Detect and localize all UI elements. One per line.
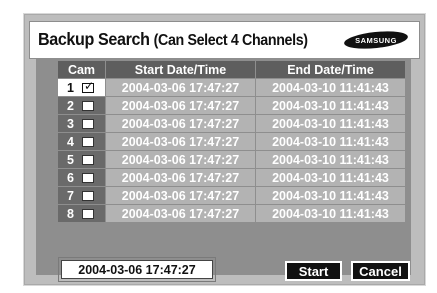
end-datetime-cell[interactable]: 2004-03-10 11:41:43 — [255, 132, 406, 151]
cam-cell[interactable]: 7 — [57, 186, 106, 205]
start-button[interactable]: Start — [285, 261, 342, 281]
table-row[interactable]: 1 ✓ 2004-03-06 17:47:27 2004-03-10 11:41:43 — [57, 78, 406, 97]
cam-checkbox[interactable] — [81, 190, 94, 201]
page-title: Backup Search (Can Select 4 Channels) — [38, 29, 308, 50]
search-date-field[interactable]: 2004-03-06 17:47:27 — [61, 260, 213, 279]
start-datetime-cell[interactable]: 2004-03-06 17:47:27 — [105, 96, 256, 115]
start-datetime-cell[interactable]: 2004-03-06 17:47:27 — [105, 114, 256, 133]
end-datetime-cell[interactable]: 2004-03-10 11:41:43 — [255, 96, 406, 115]
end-datetime-cell[interactable]: 2004-03-10 11:41:43 — [255, 168, 406, 187]
backup-table: Cam Start Date/Time End Date/Time 1 ✓ 2004… — [57, 60, 406, 223]
cam-cell[interactable]: 3 — [57, 114, 106, 133]
start-datetime-cell[interactable]: 2004-03-06 17:47:27 — [105, 132, 256, 151]
cam-checkbox[interactable] — [81, 118, 94, 129]
start-datetime-cell[interactable]: 2004-03-06 17:47:27 — [105, 186, 256, 205]
cam-checkbox[interactable] — [81, 136, 94, 147]
end-datetime-cell[interactable]: 2004-03-10 11:41:43 — [255, 204, 406, 223]
table-row[interactable]: 7 2004-03-06 17:47:27 2004-03-10 11:41:43 — [57, 186, 406, 205]
cam-cell[interactable]: 6 — [57, 168, 106, 187]
cam-number: 3 — [67, 116, 74, 131]
cancel-button[interactable]: Cancel — [351, 261, 410, 281]
col-header-start: Start Date/Time — [105, 60, 256, 79]
col-header-end: End Date/Time — [255, 60, 406, 79]
cam-checkbox[interactable] — [81, 208, 94, 219]
cam-cell[interactable]: 1 ✓ — [57, 78, 106, 97]
table-row[interactable]: 3 2004-03-06 17:47:27 2004-03-10 11:41:43 — [57, 114, 406, 133]
dialog-header: Backup Search (Can Select 4 Channels) SA… — [29, 21, 420, 59]
cam-checkbox[interactable] — [81, 154, 94, 165]
cam-checkbox[interactable]: ✓ — [81, 79, 94, 93]
cam-cell[interactable]: 4 — [57, 132, 106, 151]
title-subtitle: (Can Select 4 Channels) — [153, 32, 308, 49]
table-row[interactable]: 8 2004-03-06 17:47:27 2004-03-10 11:41:43 — [57, 204, 406, 223]
cam-checkbox[interactable] — [81, 172, 94, 183]
check-icon: ✓ — [83, 78, 95, 93]
table-row[interactable]: 4 2004-03-06 17:47:27 2004-03-10 11:41:43 — [57, 132, 406, 151]
start-datetime-cell[interactable]: 2004-03-06 17:47:27 — [105, 150, 256, 169]
cam-checkbox[interactable] — [81, 100, 94, 111]
start-datetime-cell[interactable]: 2004-03-06 17:47:27 — [105, 204, 256, 223]
samsung-logo: SAMSUNG — [344, 31, 408, 49]
logo-text: SAMSUNG — [355, 36, 397, 45]
col-header-cam: Cam — [57, 60, 106, 79]
cam-number: 4 — [67, 134, 74, 149]
cam-number: 7 — [67, 188, 74, 203]
table-row[interactable]: 5 2004-03-06 17:47:27 2004-03-10 11:41:43 — [57, 150, 406, 169]
end-datetime-cell[interactable]: 2004-03-10 11:41:43 — [255, 150, 406, 169]
table-row[interactable]: 2 2004-03-06 17:47:27 2004-03-10 11:41:43 — [57, 96, 406, 115]
cam-number: 5 — [67, 152, 74, 167]
cam-number: 1 — [67, 80, 74, 95]
cam-number: 8 — [67, 206, 74, 221]
table-header-row: Cam Start Date/Time End Date/Time — [57, 60, 406, 79]
end-datetime-cell[interactable]: 2004-03-10 11:41:43 — [255, 78, 406, 97]
cam-cell[interactable]: 8 — [57, 204, 106, 223]
table-row[interactable]: 6 2004-03-06 17:47:27 2004-03-10 11:41:43 — [57, 168, 406, 187]
cam-number: 2 — [67, 98, 74, 113]
end-datetime-cell[interactable]: 2004-03-10 11:41:43 — [255, 186, 406, 205]
end-datetime-cell[interactable]: 2004-03-10 11:41:43 — [255, 114, 406, 133]
cam-cell[interactable]: 5 — [57, 150, 106, 169]
start-datetime-cell[interactable]: 2004-03-06 17:47:27 — [105, 168, 256, 187]
cam-number: 6 — [67, 170, 74, 185]
title-main: Backup Search — [38, 29, 150, 49]
start-datetime-cell[interactable]: 2004-03-06 17:47:27 — [105, 78, 256, 97]
cam-cell[interactable]: 2 — [57, 96, 106, 115]
